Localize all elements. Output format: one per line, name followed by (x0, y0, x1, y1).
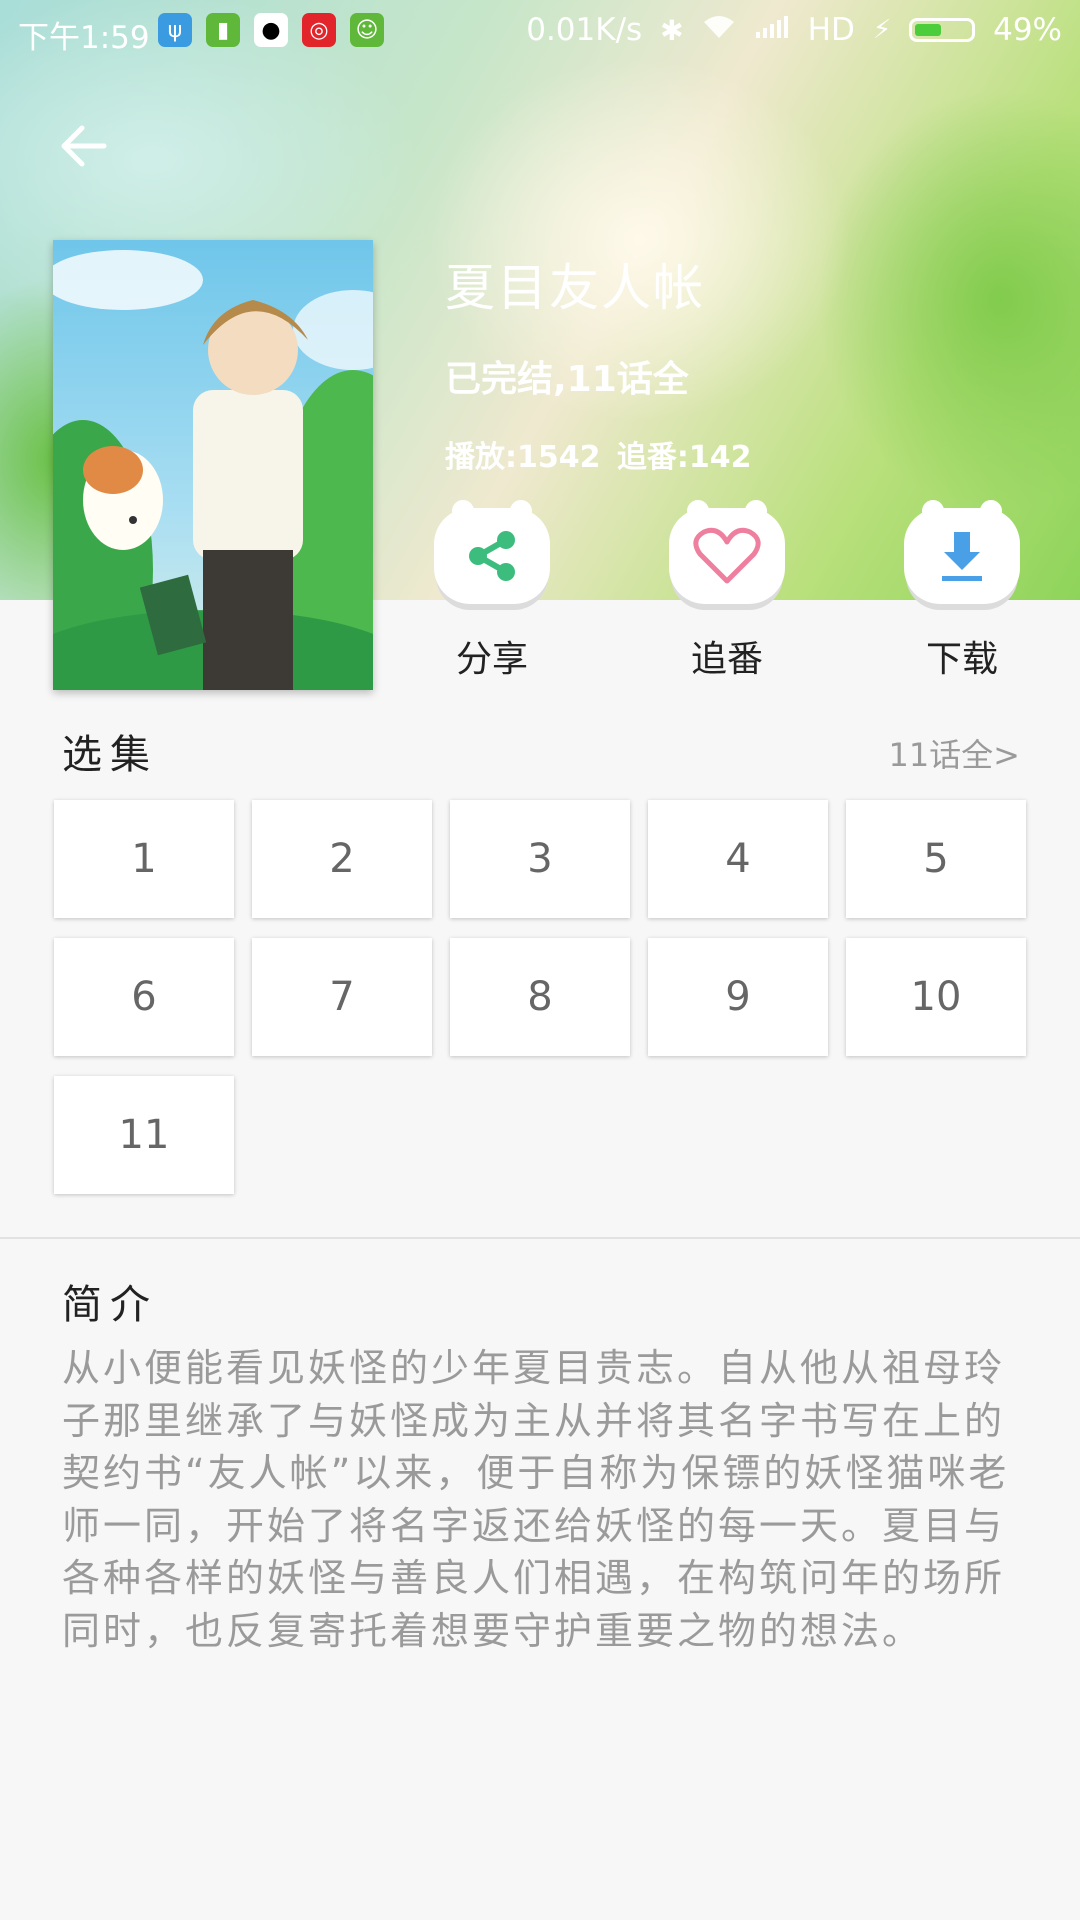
battery-saver-icon: ▮ (206, 13, 240, 47)
follow-button[interactable]: 追番 (666, 508, 788, 682)
qq-icon: ● (254, 13, 288, 47)
intro-title: 简介 (62, 1282, 158, 1328)
episode-button-6[interactable]: 6 (54, 938, 234, 1056)
back-button[interactable] (56, 118, 112, 174)
all-episodes-link[interactable]: 11话全> (888, 730, 1020, 776)
anime-stats: 播放:1542 追番:142 (445, 440, 752, 475)
status-right: 0.01K/s ✱ HD ⚡ 49% (526, 12, 1062, 48)
episode-button-7[interactable]: 7 (252, 938, 432, 1056)
network-speed: 0.01K/s (526, 12, 643, 48)
battery-fill (915, 24, 942, 36)
episode-button-1[interactable]: 1 (54, 800, 234, 918)
episode-button-3[interactable]: 3 (450, 800, 630, 918)
share-icon (469, 531, 515, 581)
netease-music-icon: ◎ (302, 13, 336, 47)
wifi-icon (702, 12, 736, 48)
heart-icon (693, 527, 761, 584)
battery-icon (909, 18, 976, 42)
anime-title: 夏目友人帐 (445, 259, 705, 317)
episode-button-11[interactable]: 11 (54, 1076, 234, 1194)
back-arrow-icon (61, 125, 107, 167)
download-label: 下载 (925, 639, 998, 680)
network-type: HD (807, 12, 855, 48)
episode-button-8[interactable]: 8 (450, 938, 630, 1056)
follow-label: 追番 (690, 639, 763, 680)
download-icon (942, 532, 982, 581)
episode-button-2[interactable]: 2 (252, 800, 432, 918)
status-bar: 下午1:59 ψ ▮ ● ◎ ☺ 0.01K/s ✱ HD ⚡ 49% (0, 0, 1080, 62)
status-time: 下午1:59 (18, 20, 150, 56)
episode-button-9[interactable]: 9 (648, 938, 828, 1056)
notification-icons: ψ ▮ ● ◎ ☺ (158, 13, 384, 47)
episodes-title: 选集 (62, 732, 158, 778)
bluetooth-icon: ✱ (660, 13, 684, 47)
episode-button-4[interactable]: 4 (648, 800, 828, 918)
episode-button-5[interactable]: 5 (846, 800, 1026, 918)
signal-icon (754, 12, 790, 48)
usb-icon: ψ (158, 13, 192, 47)
battery-percent: 49% (993, 12, 1062, 48)
download-button[interactable]: 下载 (901, 508, 1023, 682)
anime-poster (53, 240, 373, 690)
section-divider (0, 1237, 1080, 1239)
charging-icon: ⚡ (872, 15, 892, 45)
intro-text: 从小便能看见妖怪的少年夏目贵志。自从他从祖母玲子那里继承了与妖怪成为主从并将其名… (62, 1346, 1010, 1653)
anime-status: 已完结,11话全 (445, 359, 689, 400)
episode-button-10[interactable]: 10 (846, 938, 1026, 1056)
share-button[interactable]: 分享 (431, 508, 553, 682)
share-label: 分享 (455, 639, 528, 680)
android-icon: ☺ (350, 13, 384, 47)
